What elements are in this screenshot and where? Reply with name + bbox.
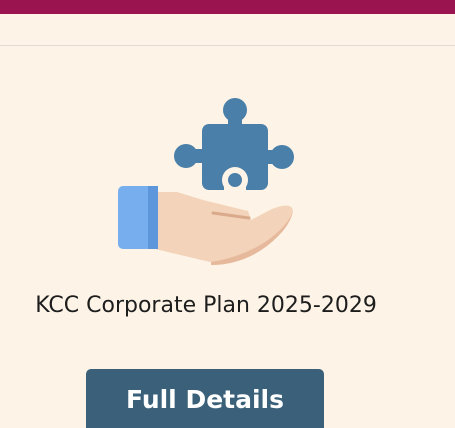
full-details-button[interactable]: Full Details [86,369,324,428]
puzzle-piece-icon [174,98,294,193]
sleeve-cuff [118,186,158,249]
hand-holding-puzzle-piece-icon [115,97,300,267]
hand-icon [150,192,293,265]
brand-bar [0,0,455,14]
header-strip [0,14,455,46]
page: KCC Corporate Plan 2025-2029 Full Detail… [0,0,455,428]
card-title: KCC Corporate Plan 2025-2029 [35,293,377,318]
